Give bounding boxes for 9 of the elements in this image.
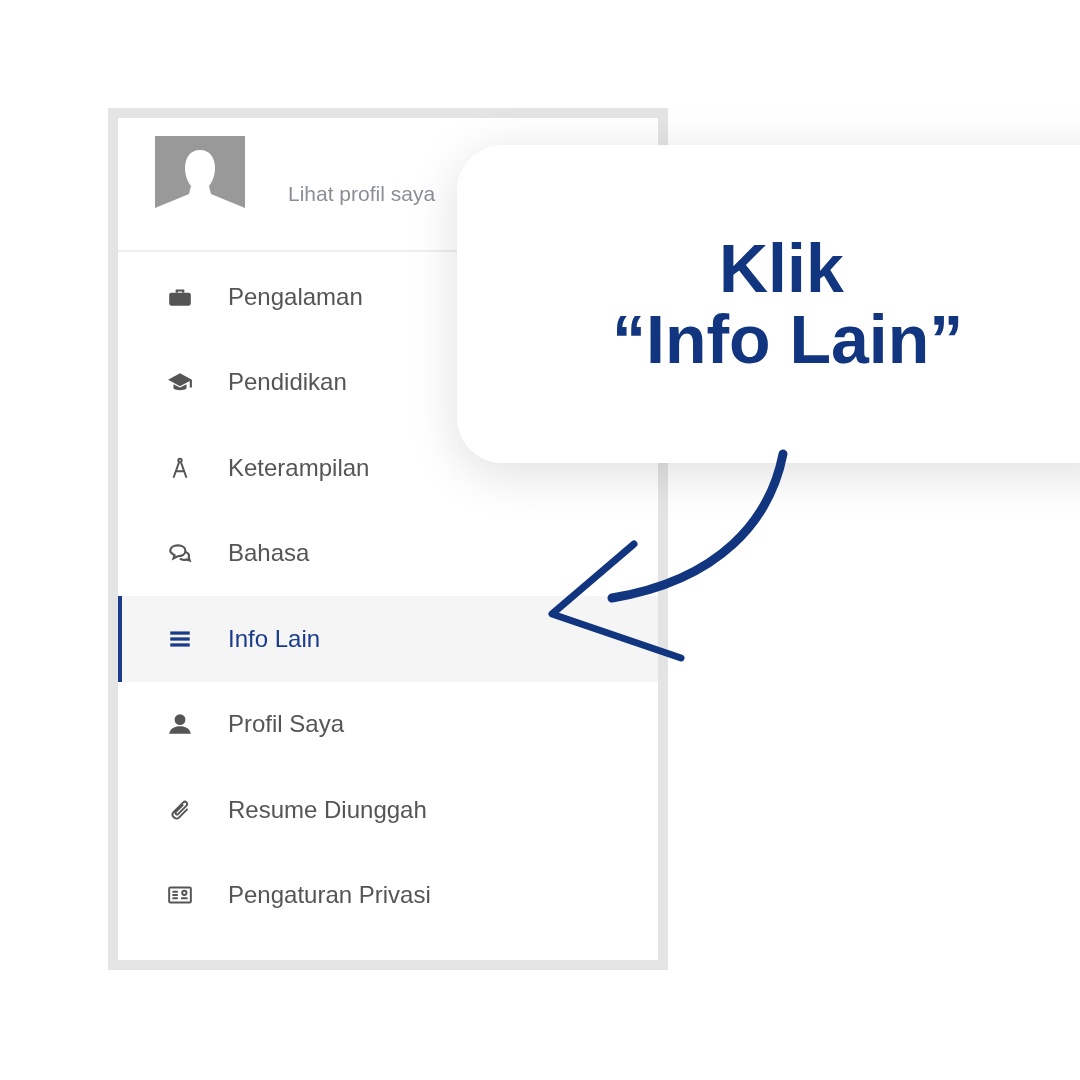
menu-item[interactable]: Profil Saya — [118, 681, 658, 767]
callout-text: Klik — [718, 232, 844, 304]
menu-item[interactable]: Pengaturan Privasi — [118, 852, 658, 938]
avatar-icon — [155, 136, 245, 216]
menu-item[interactable]: Keterampilan — [118, 425, 658, 511]
menu-item[interactable]: Resume Diunggah — [118, 767, 658, 853]
menu-item[interactable]: Info Lain — [118, 596, 658, 682]
callout-text: “Info Lain” — [611, 304, 964, 376]
menu-item[interactable]: Bahasa — [118, 510, 658, 596]
